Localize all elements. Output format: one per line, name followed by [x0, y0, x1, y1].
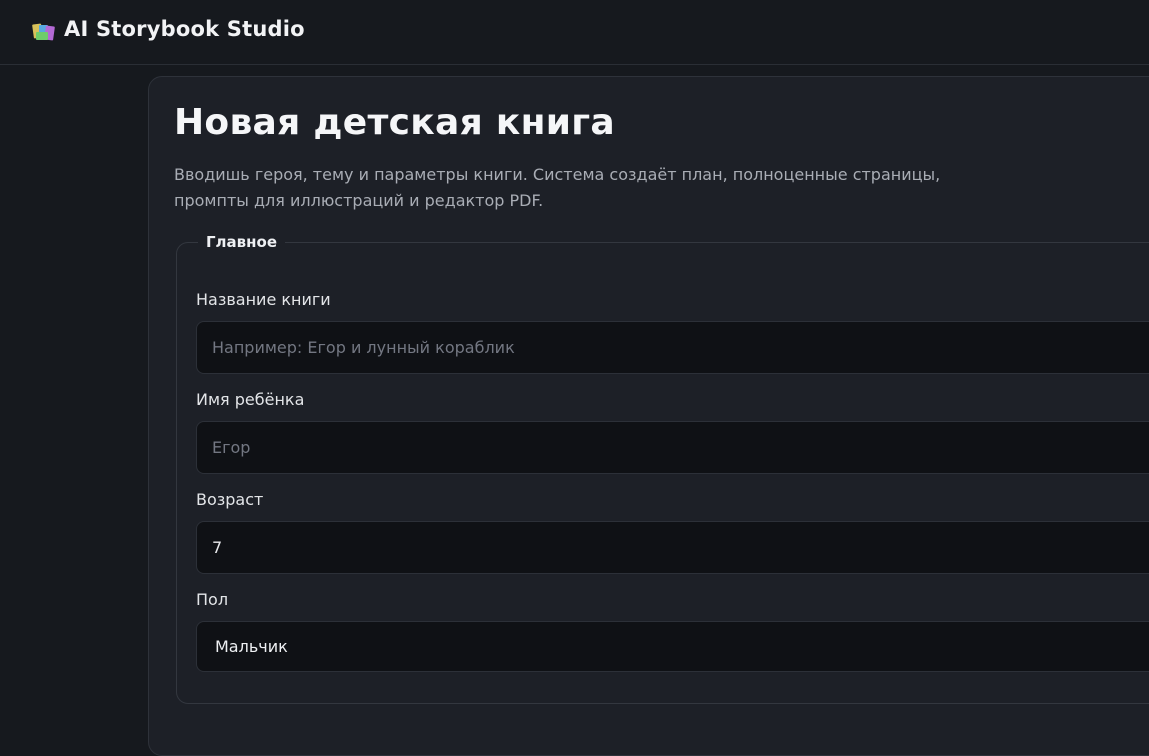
page-title: Новая детская книга — [174, 102, 615, 143]
top-bar: AI Storybook Studio — [0, 0, 1149, 65]
gender-select[interactable]: Мальчик — [196, 621, 1149, 672]
section-legend: Главное — [198, 233, 286, 251]
app-title: AI Storybook Studio — [64, 17, 305, 41]
gender-selected-value: Мальчик — [215, 637, 288, 656]
page-description: Вводишь героя, тему и параметры книги. С… — [174, 165, 941, 210]
age-label: Возраст — [196, 490, 264, 509]
child-name-input[interactable] — [196, 421, 1149, 474]
child-name-label: Имя ребёнка — [196, 390, 305, 409]
age-input[interactable] — [196, 521, 1149, 574]
book-title-input[interactable] — [196, 321, 1149, 374]
book-title-label: Название книги — [196, 290, 331, 309]
books-logo-icon — [32, 22, 55, 42]
gender-label: Пол — [196, 590, 229, 609]
